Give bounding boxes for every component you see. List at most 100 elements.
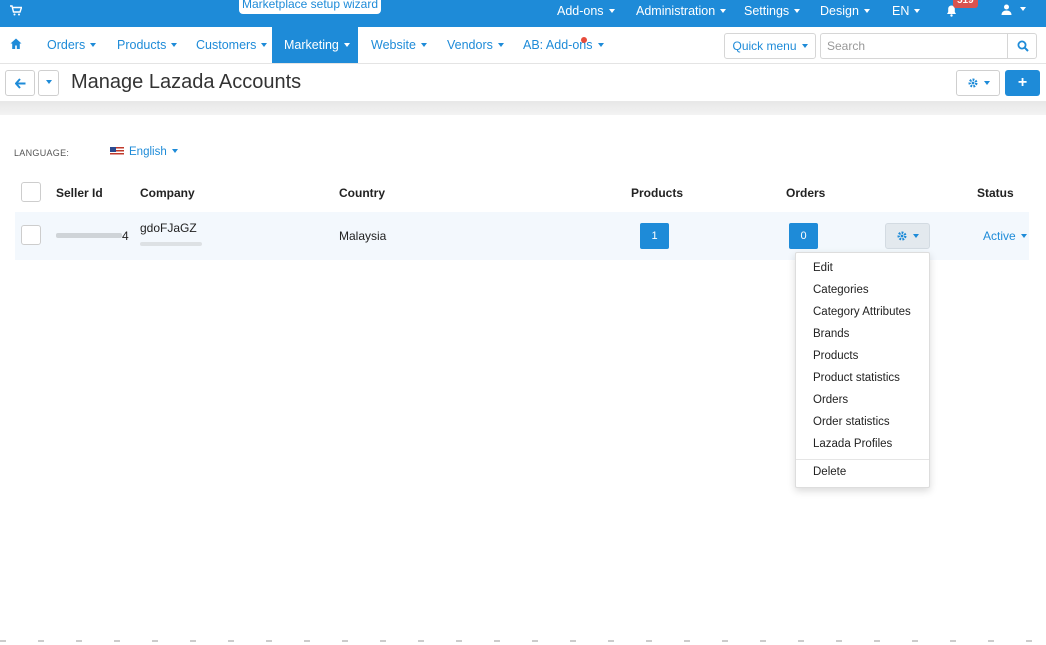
history-dropdown-button[interactable] [38,70,59,96]
nav-item-orders[interactable]: Orders [47,27,97,63]
nav-item-marketing[interactable]: Marketing [272,27,358,63]
menu-item-product-statistics[interactable]: Product statistics [813,372,900,384]
column-header-products: Products [631,186,684,200]
page-bottom-edge [0,640,1046,642]
chevron-down-icon [913,233,919,238]
new-indicator-dot [581,37,587,43]
gear-icon [968,78,977,88]
chevron-down-icon [90,42,97,47]
user-icon [1001,4,1012,15]
menu-item-edit[interactable]: Edit [813,262,833,274]
nav-item-orders-label: Orders [47,38,86,52]
search-input[interactable] [820,33,1008,59]
search-icon [1017,40,1029,52]
chevron-down-icon [863,8,870,13]
page-header-divider [0,101,1046,115]
menu-item-orders[interactable]: Orders [813,394,848,406]
add-account-button[interactable]: + [1005,70,1040,96]
user-menu[interactable] [1001,4,1027,18]
language-selector[interactable]: English [110,146,178,158]
us-flag-icon [110,147,124,156]
page-header: Manage Lazada Accounts + [0,64,1046,102]
back-button[interactable] [5,70,35,96]
cart-icon[interactable] [10,5,23,19]
chevron-down-icon [794,8,801,13]
chevron-down-icon [497,42,504,47]
top-menu-language[interactable]: EN [892,0,921,27]
arrow-left-icon [15,78,26,89]
menu-item-lazada-profiles[interactable]: Lazada Profiles [813,438,892,450]
language-label: LANGUAGE: [14,148,70,158]
main-navbar: Orders Products Customers Marketing Webs… [0,27,1046,64]
chevron-down-icon [914,8,921,13]
select-all-checkbox[interactable] [21,182,41,202]
chevron-down-icon [597,42,604,47]
nav-item-vendors[interactable]: Vendors [447,27,504,63]
nav-item-products-label: Products [117,38,167,52]
chevron-down-icon [45,79,52,84]
quick-menu-button[interactable]: Quick menu [724,33,816,59]
country-cell: Malaysia [339,229,387,243]
status-value: Active [983,229,1016,243]
nav-item-customers-label: Customers [196,38,257,52]
nav-item-marketing-label: Marketing [284,38,339,52]
chevron-down-icon [171,42,178,47]
company-name[interactable]: gdoFJaGZ [140,221,197,235]
redacted-store-name [140,242,202,246]
chevron-down-icon [983,80,990,85]
menu-item-category-attributes[interactable]: Category Attributes [813,306,911,318]
nav-item-website-label: Website [371,38,416,52]
marketplace-setup-wizard-button[interactable]: Marketplace setup wizard [239,0,381,14]
seller-id-suffix[interactable]: 4 [122,229,129,243]
chevron-down-icon [1020,7,1027,11]
top-menu-administration[interactable]: Administration [636,0,727,27]
chevron-down-icon [1020,233,1027,238]
chevron-down-icon [261,42,268,47]
language-value: English [129,146,167,158]
status-dropdown[interactable]: Active [983,229,1027,243]
nav-item-customers[interactable]: Customers [196,27,268,63]
chevron-down-icon [720,8,727,13]
nav-item-website[interactable]: Website [371,27,427,63]
column-header-status[interactable]: Status [977,186,1014,200]
chevron-down-icon [420,42,427,47]
row-actions-button[interactable] [885,223,930,249]
top-menu-design-label: Design [820,4,859,18]
menu-item-delete[interactable]: Delete [813,466,846,478]
page-title: Manage Lazada Accounts [71,71,302,93]
chevron-down-icon [608,8,615,13]
products-count-button[interactable]: 1 [640,223,669,249]
top-menu-design[interactable]: Design [820,0,870,27]
chevron-down-icon [801,43,808,48]
row-checkbox[interactable] [21,225,41,245]
home-icon[interactable] [10,38,22,50]
top-menu-addons-label: Add-ons [557,4,604,18]
column-header-company[interactable]: Company [140,186,195,200]
search-button[interactable] [1007,33,1037,59]
quick-menu-label: Quick menu [732,39,797,53]
chevron-down-icon [343,42,350,47]
column-header-country[interactable]: Country [339,186,385,200]
nav-item-ab-addons[interactable]: AB: Add-ons [523,27,604,63]
top-menu-language-label: EN [892,4,910,18]
top-menu-settings-label: Settings [744,4,790,18]
column-header-orders: Orders [786,186,826,200]
column-header-seller-id[interactable]: Seller Id [56,186,103,200]
gear-icon [897,231,907,241]
nav-item-vendors-label: Vendors [447,38,493,52]
menu-item-order-statistics[interactable]: Order statistics [813,416,890,428]
menu-item-categories[interactable]: Categories [813,284,869,296]
top-menu-administration-label: Administration [636,4,716,18]
top-menu-addons[interactable]: Add-ons [557,0,615,27]
orders-count-button[interactable]: 0 [789,223,818,249]
nav-item-products[interactable]: Products [117,27,178,63]
top-menu-settings[interactable]: Settings [744,0,801,27]
notification-badge: 519 [953,0,978,8]
redacted-seller-id [56,233,122,238]
menu-item-products[interactable]: Products [813,350,858,362]
row-actions-menu: Edit Categories Category Attributes Bran… [795,252,930,488]
plus-icon: + [1017,74,1028,91]
page-settings-button[interactable] [956,70,1000,96]
menu-item-brands[interactable]: Brands [813,328,849,340]
top-bar: Marketplace setup wizard Add-ons Adminis… [0,0,1046,27]
